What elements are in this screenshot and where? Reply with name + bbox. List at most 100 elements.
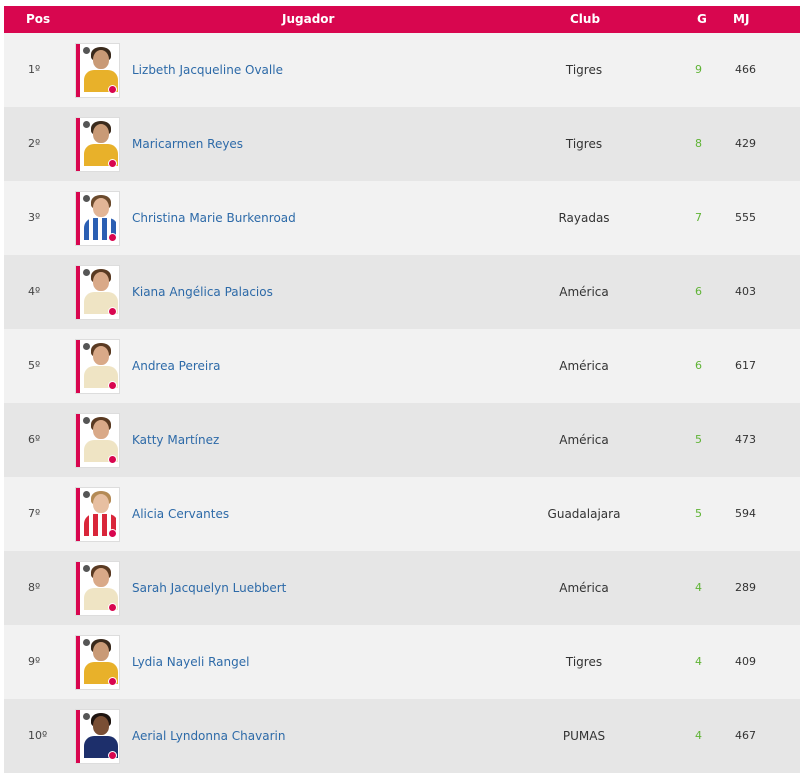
header-player[interactable]: Jugador [282, 6, 334, 33]
club-badge-icon [108, 233, 117, 242]
table-row: 9º Lydia Nayeli Rangel Tigres 4 409 [4, 625, 800, 699]
club-badge-icon [108, 85, 117, 94]
photo-band [76, 414, 80, 467]
player-photo[interactable] [76, 488, 119, 541]
player-name-link[interactable]: Christina Marie Burkenroad [132, 181, 296, 255]
position-cell: 8º [28, 581, 41, 594]
goals-cell: 6 [695, 285, 702, 298]
table-row: 8º Sarah Jacquelyn Luebbert América 4 289 [4, 551, 800, 625]
player-face [93, 198, 109, 217]
photo-band [76, 118, 80, 171]
matches-cell: 617 [735, 359, 756, 372]
photo-band [76, 636, 80, 689]
player-face [93, 494, 109, 513]
position-cell: 3º [28, 211, 41, 224]
header-club[interactable]: Club [570, 6, 600, 33]
club-badge-icon [108, 159, 117, 168]
player-name-link[interactable]: Sarah Jacquelyn Luebbert [132, 551, 286, 625]
table-row: 1º Lizbeth Jacqueline Ovalle Tigres 9 466 [4, 33, 800, 107]
league-seal-icon [83, 565, 90, 572]
club-cell: América [559, 433, 609, 447]
league-seal-icon [83, 343, 90, 350]
player-photo[interactable] [76, 266, 119, 319]
club-badge-icon [108, 529, 117, 538]
club-badge-icon [108, 307, 117, 316]
header-goals[interactable]: G [697, 6, 707, 33]
photo-band [76, 192, 80, 245]
player-face [93, 568, 109, 587]
goals-cell: 8 [695, 137, 702, 150]
league-seal-icon [83, 417, 90, 424]
position-cell: 4º [28, 285, 41, 298]
club-badge-icon [108, 381, 117, 390]
header-pos[interactable]: Pos [26, 6, 50, 33]
player-name-link[interactable]: Andrea Pereira [132, 329, 221, 403]
matches-cell: 467 [735, 729, 756, 742]
matches-cell: 409 [735, 655, 756, 668]
table-row: 2º Maricarmen Reyes Tigres 8 429 [4, 107, 800, 181]
matches-cell: 594 [735, 507, 756, 520]
position-cell: 6º [28, 433, 41, 446]
player-photo[interactable] [76, 192, 119, 245]
player-face [93, 346, 109, 365]
matches-cell: 289 [735, 581, 756, 594]
player-photo[interactable] [76, 636, 119, 689]
player-name-link[interactable]: Aerial Lyndonna Chavarin [132, 699, 285, 773]
photo-band [76, 44, 80, 97]
player-name-link[interactable]: Katty Martínez [132, 403, 219, 477]
player-name-link[interactable]: Lydia Nayeli Rangel [132, 625, 249, 699]
player-photo[interactable] [76, 710, 119, 763]
league-seal-icon [83, 269, 90, 276]
player-photo[interactable] [76, 414, 119, 467]
matches-cell: 403 [735, 285, 756, 298]
position-cell: 9º [28, 655, 41, 668]
table-row: 6º Katty Martínez América 5 473 [4, 403, 800, 477]
goals-cell: 4 [695, 729, 702, 742]
league-seal-icon [83, 195, 90, 202]
club-cell: Rayadas [558, 211, 610, 225]
goals-cell: 7 [695, 211, 702, 224]
header-matches[interactable]: MJ [733, 6, 749, 33]
player-photo[interactable] [76, 118, 119, 171]
position-cell: 10º [28, 729, 48, 742]
scorers-table: Pos Jugador Club G MJ 1º Lizbeth Jacqueli… [4, 6, 800, 773]
player-name-link[interactable]: Alicia Cervantes [132, 477, 229, 551]
table-header: Pos Jugador Club G MJ [4, 6, 800, 33]
goals-cell: 5 [695, 433, 702, 446]
player-face [93, 642, 109, 661]
club-cell: Tigres [565, 137, 603, 151]
goals-cell: 5 [695, 507, 702, 520]
club-badge-icon [108, 677, 117, 686]
matches-cell: 555 [735, 211, 756, 224]
position-cell: 7º [28, 507, 41, 520]
league-seal-icon [83, 47, 90, 54]
club-cell: Tigres [565, 63, 603, 77]
club-cell: América [559, 285, 609, 299]
matches-cell: 466 [735, 63, 756, 76]
player-name-link[interactable]: Lizbeth Jacqueline Ovalle [132, 33, 283, 107]
player-name-link[interactable]: Kiana Angélica Palacios [132, 255, 273, 329]
table-row: 7º Alicia Cervantes Guadalajara 5 594 [4, 477, 800, 551]
table-row: 3º Christina Marie Burkenroad Rayadas 7 555 [4, 181, 800, 255]
club-cell: PUMAS [562, 729, 606, 743]
player-photo[interactable] [76, 44, 119, 97]
player-face [93, 272, 109, 291]
league-seal-icon [83, 121, 90, 128]
player-photo[interactable] [76, 340, 119, 393]
club-cell: América [559, 581, 609, 595]
photo-band [76, 340, 80, 393]
position-cell: 2º [28, 137, 41, 150]
club-badge-icon [108, 455, 117, 464]
club-cell: América [559, 359, 609, 373]
table-row: 10º Aerial Lyndonna Chavarin PUMAS 4 467 [4, 699, 800, 773]
club-badge-icon [108, 603, 117, 612]
photo-band [76, 266, 80, 319]
player-face [93, 50, 109, 69]
goals-cell: 6 [695, 359, 702, 372]
player-face [93, 420, 109, 439]
player-photo[interactable] [76, 562, 119, 615]
player-name-link[interactable]: Maricarmen Reyes [132, 107, 243, 181]
position-cell: 1º [28, 63, 41, 76]
position-cell: 5º [28, 359, 41, 372]
matches-cell: 473 [735, 433, 756, 446]
